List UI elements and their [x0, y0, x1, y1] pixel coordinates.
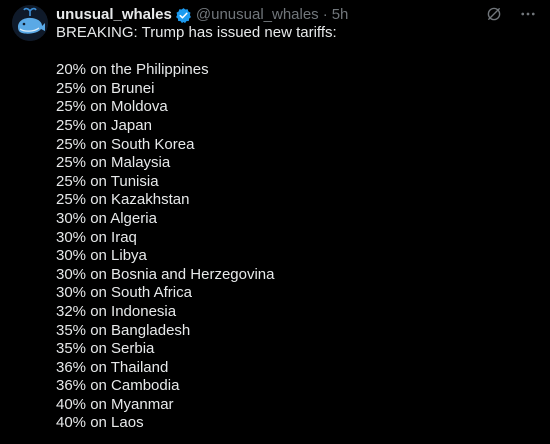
separator-dot: · — [322, 6, 328, 23]
tariff-line: 32% on Indonesia — [56, 302, 177, 320]
tariff-line: 40% on Laos — [56, 414, 144, 432]
tariff-line: 30% on Libya — [56, 247, 147, 265]
tariff-line: 36% on Cambodia — [56, 377, 180, 395]
tariff-line: 25% on Japan — [56, 116, 152, 134]
more-icon[interactable] — [518, 4, 538, 24]
tweet-headline: BREAKING: Trump has issued new tariffs: — [56, 24, 337, 41]
grok-icon[interactable] — [484, 4, 504, 24]
tariff-line: 25% on Brunei — [56, 79, 155, 97]
tariff-line: 25% on Kazakhstan — [56, 191, 190, 209]
tariff-list: 20% on the Philippines 25% on Brunei 25%… — [56, 61, 536, 433]
tariff-line: 40% on Myanmar — [56, 395, 174, 413]
tariff-line: 30% on Bosnia and Herzegovina — [56, 265, 275, 283]
timestamp[interactable]: 5h — [332, 5, 349, 25]
tariff-line: 20% on the Philippines — [56, 61, 209, 79]
tweet: unusual_whales @unusual_whales · 5h BREA… — [0, 0, 550, 444]
whale-avatar-icon[interactable] — [12, 5, 48, 41]
tariff-line: 30% on Algeria — [56, 209, 157, 227]
tweet-text: BREAKING: Trump has issued new tariffs: … — [56, 24, 536, 433]
tariff-line: 30% on Iraq — [56, 228, 137, 246]
tariff-line: 25% on South Korea — [56, 135, 195, 153]
tariff-line: 36% on Thailand — [56, 358, 169, 376]
tariff-line: 25% on Moldova — [56, 98, 168, 116]
tariff-line: 25% on Tunisia — [56, 172, 159, 190]
author-handle[interactable]: @unusual_whales — [196, 5, 319, 25]
tariff-line: 35% on Bangladesh — [56, 321, 191, 339]
tariff-line: 35% on Serbia — [56, 340, 155, 358]
paragraph-break — [56, 43, 536, 62]
tweet-actions — [484, 4, 538, 24]
tariff-line: 30% on South Africa — [56, 284, 192, 302]
tariff-line: 25% on Malaysia — [56, 154, 171, 172]
tweet-header: unusual_whales @unusual_whales · 5h — [56, 5, 348, 25]
verified-badge-icon — [175, 7, 192, 24]
display-name[interactable]: unusual_whales — [56, 5, 172, 25]
